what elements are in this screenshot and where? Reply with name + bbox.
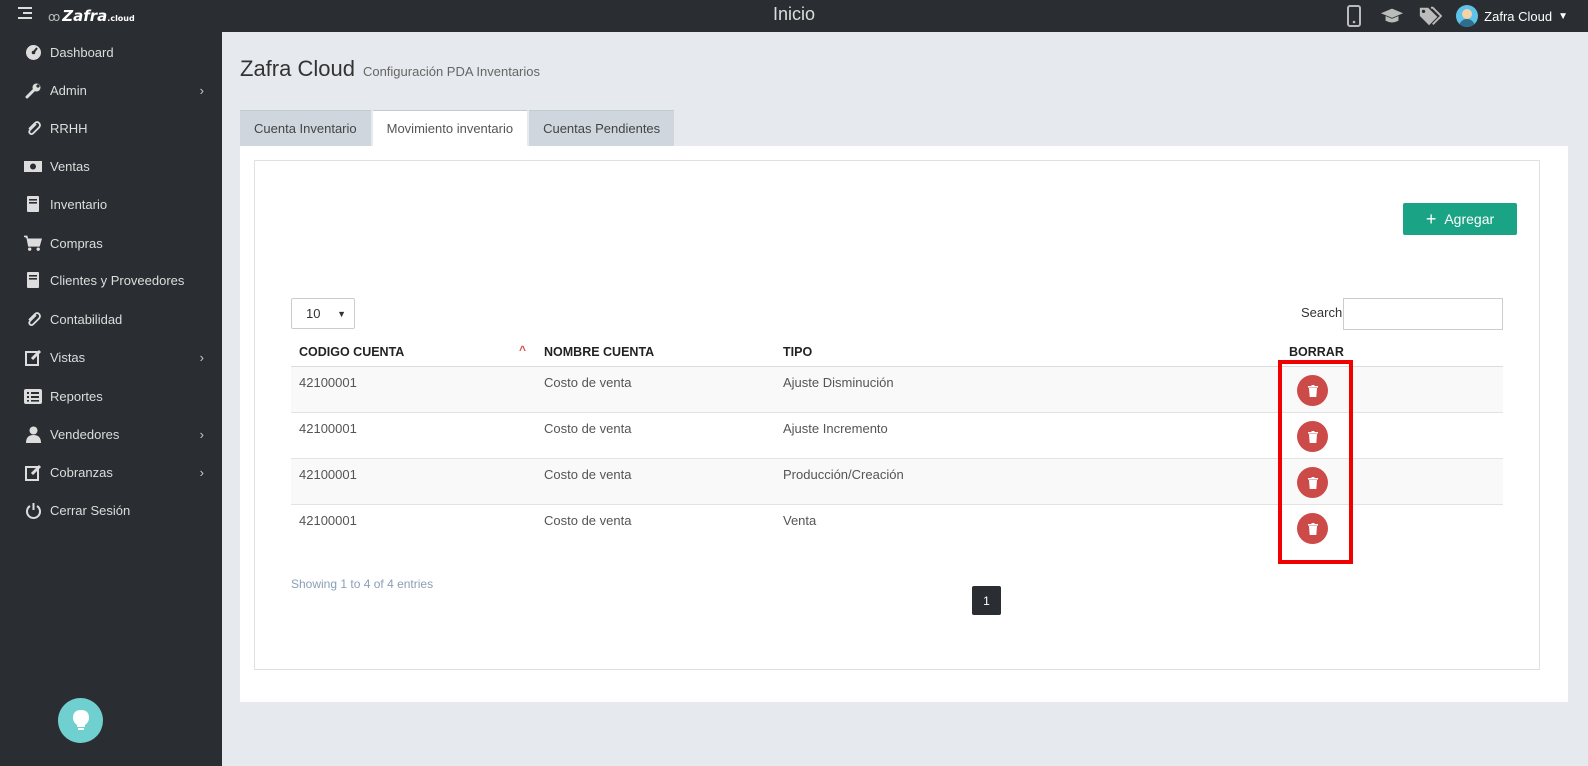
- tab-movimiento-inventario[interactable]: Movimiento inventario: [372, 110, 528, 146]
- paperclip-icon: [24, 310, 42, 328]
- page-header: Zafra Cloud Configuración PDA Inventario…: [240, 56, 540, 82]
- sidebar-item-ventas[interactable]: Ventas: [0, 147, 222, 185]
- chevron-down-icon: ▼: [337, 308, 346, 319]
- avatar: [1456, 5, 1479, 27]
- page-subtitle: Configuración PDA Inventarios: [362, 64, 540, 79]
- header-borrar[interactable]: BORRAR: [1289, 345, 1344, 359]
- chevron-down-icon: ▼: [1558, 10, 1568, 22]
- mobile-icon[interactable]: [1342, 4, 1366, 28]
- cell-nombre: Costo de venta: [544, 513, 632, 528]
- header-tipo[interactable]: TIPO: [783, 345, 812, 359]
- cell-codigo: 42100001: [299, 467, 357, 482]
- tab-panel: + Agregar 10 ▼ Search: CODIGO CUENTA ^ N…: [240, 146, 1568, 702]
- chevron-right-icon: ›: [199, 464, 204, 480]
- cell-nombre: Costo de venta: [544, 375, 632, 390]
- sidebar-item-label: Dashboard: [50, 44, 114, 60]
- sidebar-item-label: Admin: [50, 82, 87, 98]
- sidebar-item-label: Vistas: [50, 349, 86, 365]
- cell-nombre: Costo de venta: [544, 421, 632, 436]
- cell-codigo: 42100001: [299, 375, 357, 390]
- lightbulb-icon[interactable]: [58, 698, 103, 743]
- user-name: Zafra Cloud: [1484, 8, 1553, 24]
- plus-icon: +: [1425, 209, 1437, 229]
- tab-cuentas-pendientes[interactable]: Cuentas Pendientes: [529, 110, 675, 146]
- highlight-box: [1278, 360, 1353, 564]
- book-icon: [24, 195, 42, 213]
- sidebar-item-clientes-proveedores[interactable]: Clientes y Proveedores: [0, 261, 222, 299]
- add-button-label: Agregar: [1444, 211, 1495, 227]
- sidebar-item-dashboard[interactable]: Dashboard: [0, 33, 222, 71]
- sidebar-item-label: Ventas: [50, 158, 90, 174]
- sidebar: Dashboard Admin › RRHH Ventas Inventario…: [0, 32, 222, 766]
- add-button[interactable]: + Agregar: [1403, 203, 1517, 235]
- chevron-right-icon: ›: [199, 349, 204, 365]
- dashboard-icon: [24, 43, 42, 61]
- edit-icon: [24, 348, 42, 366]
- sidebar-item-admin[interactable]: Admin ›: [0, 71, 222, 109]
- graduation-cap-icon[interactable]: [1380, 4, 1404, 28]
- sidebar-item-label: Reportes: [50, 388, 103, 404]
- pagination-page-button[interactable]: 1: [972, 586, 1001, 615]
- wrench-icon: [24, 81, 42, 99]
- header-nombre-cuenta[interactable]: NOMBRE CUENTA: [544, 345, 654, 359]
- page-length-value: 10: [306, 306, 321, 321]
- sidebar-item-contabilidad[interactable]: Contabilidad: [0, 300, 222, 338]
- sidebar-item-label: Clientes y Proveedores: [50, 272, 185, 288]
- search-label: Search:: [1301, 305, 1346, 320]
- book-icon: [24, 271, 42, 289]
- cell-tipo: Ajuste Incremento: [783, 421, 888, 436]
- cell-codigo: 42100001: [299, 421, 357, 436]
- paperclip-icon: [24, 119, 42, 137]
- header-codigo-cuenta[interactable]: CODIGO CUENTA: [299, 345, 404, 359]
- chevron-right-icon: ›: [199, 82, 204, 98]
- sidebar-item-label: Contabilidad: [50, 311, 123, 327]
- top-icons: Zafra Cloud ▼: [1342, 0, 1568, 32]
- sidebar-item-cobranzas[interactable]: Cobranzas ›: [0, 453, 222, 491]
- list-icon: [24, 387, 42, 405]
- tab-bar: Cuenta Inventario Movimiento inventario …: [240, 110, 675, 146]
- cell-tipo: Venta: [783, 513, 817, 528]
- tags-icon[interactable]: [1418, 4, 1443, 28]
- search-input[interactable]: [1343, 298, 1503, 330]
- cell-codigo: 42100001: [299, 513, 357, 528]
- cell-tipo: Ajuste Disminución: [783, 375, 894, 390]
- cart-icon: [24, 234, 42, 252]
- edit-icon: [24, 463, 42, 481]
- sidebar-item-inventario[interactable]: Inventario: [0, 185, 222, 223]
- power-icon: [24, 501, 42, 519]
- sort-asc-icon[interactable]: ^: [519, 343, 526, 357]
- sidebar-item-label: Compras: [50, 235, 103, 251]
- sidebar-item-label: Inventario: [50, 196, 108, 212]
- cell-nombre: Costo de venta: [544, 467, 632, 482]
- sidebar-item-vendedores[interactable]: Vendedores ›: [0, 415, 222, 453]
- sidebar-item-label: RRHH: [50, 120, 88, 136]
- user-icon: [24, 425, 42, 443]
- sidebar-item-label: Cerrar Sesión: [50, 502, 131, 518]
- tab-cuenta-inventario[interactable]: Cuenta Inventario: [240, 110, 371, 146]
- sidebar-item-reportes[interactable]: Reportes: [0, 377, 222, 415]
- sidebar-item-vistas[interactable]: Vistas ›: [0, 338, 222, 376]
- cell-tipo: Producción/Creación: [783, 467, 904, 482]
- top-bar: ꝏ Zafra .cloud Inicio Zafra Cloud ▼: [0, 0, 1588, 32]
- page-length-select[interactable]: 10 ▼: [291, 298, 355, 329]
- sidebar-item-label: Vendedores: [50, 426, 120, 442]
- sidebar-item-label: Cobranzas: [50, 464, 113, 480]
- sidebar-item-rrhh[interactable]: RRHH: [0, 109, 222, 147]
- money-icon: [24, 157, 42, 175]
- user-menu[interactable]: Zafra Cloud ▼: [1456, 5, 1568, 27]
- sidebar-item-compras[interactable]: Compras: [0, 224, 222, 262]
- page-title: Zafra Cloud: [240, 56, 355, 81]
- table-info: Showing 1 to 4 of 4 entries: [291, 577, 434, 591]
- sidebar-item-cerrar-sesion[interactable]: Cerrar Sesión: [0, 491, 222, 529]
- chevron-right-icon: ›: [199, 426, 204, 442]
